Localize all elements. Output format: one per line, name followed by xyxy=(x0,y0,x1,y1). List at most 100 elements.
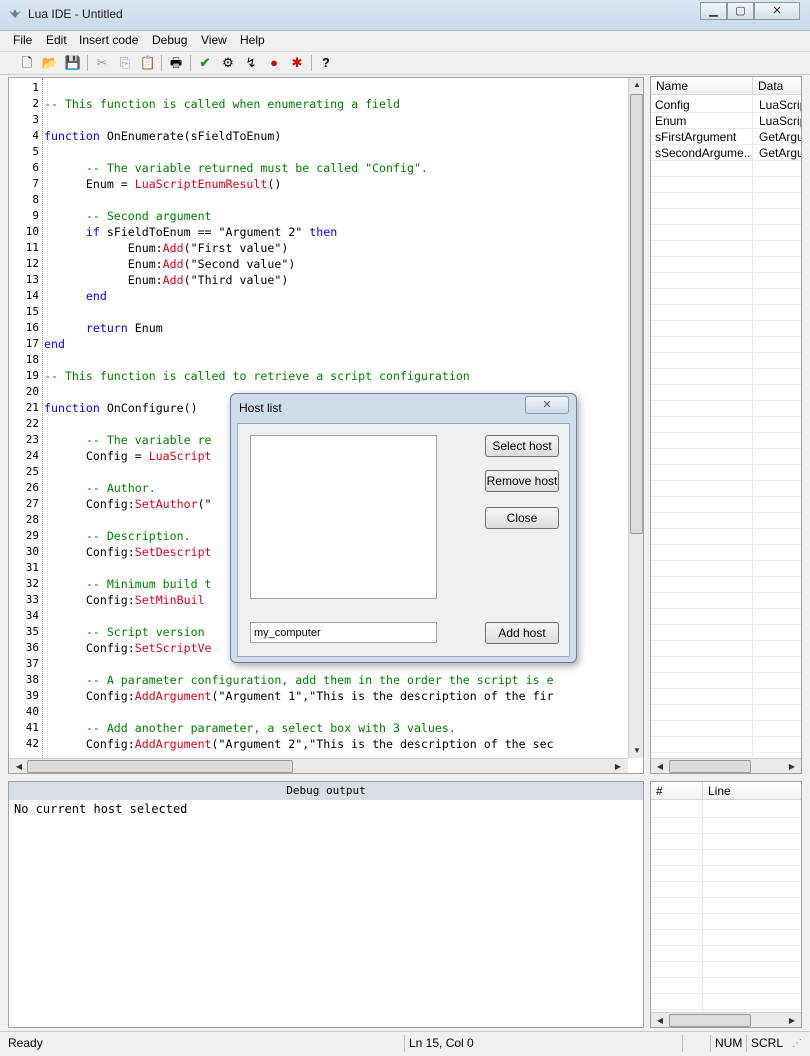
variable-data[interactable]: LuaScrip xyxy=(759,113,801,129)
editor-horizontal-scrollbar[interactable]: ◀ ▶ xyxy=(9,758,628,773)
callstack-horizontal-scrollbar[interactable]: ◀ ▶ xyxy=(651,1012,801,1027)
variable-name[interactable]: Enum xyxy=(655,113,751,129)
toolbar-separator xyxy=(161,55,162,71)
editor-vertical-scrollbar[interactable]: ▲ ▼ xyxy=(628,78,643,758)
step-icon[interactable]: ↯ xyxy=(242,54,260,72)
code-token: ("Second value") xyxy=(183,257,296,271)
code-token: -- Add another parameter, a select box w… xyxy=(85,721,456,735)
add-host-button[interactable]: Add host xyxy=(485,622,559,644)
close-dialog-button[interactable]: Close xyxy=(485,507,559,529)
check-syntax-icon[interactable]: ✔ xyxy=(196,54,214,72)
host-listbox[interactable] xyxy=(250,435,437,599)
maximize-button[interactable]: ▢ xyxy=(727,2,754,20)
code-token: Config: xyxy=(44,689,135,703)
code-line: function OnConfigure() xyxy=(44,400,198,416)
variables-horizontal-scrollbar[interactable]: ◀ ▶ xyxy=(651,758,801,773)
scroll-up-icon[interactable]: ▲ xyxy=(629,80,643,89)
code-token: () xyxy=(267,177,282,191)
status-num: NUM xyxy=(710,1035,746,1052)
scroll-left-icon[interactable]: ◀ xyxy=(11,762,27,771)
column-header-data[interactable]: Data xyxy=(753,77,801,95)
code-line: -- The variable re xyxy=(44,432,212,448)
window-title: Lua IDE - Untitled xyxy=(28,7,123,21)
scroll-right-icon[interactable]: ▶ xyxy=(610,762,626,771)
scroll-right-icon[interactable]: ▶ xyxy=(784,1016,800,1025)
code-token: -- This function is called when enumerat… xyxy=(44,97,400,111)
code-token: LuaScript xyxy=(148,449,212,463)
breakpoint-icon[interactable]: ● xyxy=(265,54,283,72)
scroll-right-icon[interactable]: ▶ xyxy=(784,762,800,771)
code-token: then xyxy=(309,225,338,239)
select-host-button[interactable]: Select host xyxy=(485,435,559,457)
save-icon[interactable]: 💾 xyxy=(64,54,82,72)
menu-insert-code[interactable]: Insert code xyxy=(79,33,138,47)
resize-grip-icon[interactable]: ⋰ xyxy=(792,1038,802,1049)
toolbar-separator xyxy=(190,55,191,71)
cut-icon[interactable]: ✂ xyxy=(93,54,111,72)
code-token: Enum: xyxy=(44,241,163,255)
status-ready: Ready xyxy=(8,1036,43,1050)
menu-edit[interactable]: Edit xyxy=(46,33,67,47)
code-token: SetDescript xyxy=(134,545,212,559)
scroll-thumb[interactable] xyxy=(630,94,643,534)
column-header-line[interactable]: Line xyxy=(703,782,801,800)
host-list-dialog: Host list ✕ Select host Remove host Clos… xyxy=(230,393,577,663)
h-scroll-thumb[interactable] xyxy=(669,1014,751,1027)
code-token: Config: xyxy=(44,545,135,559)
code-line: Config:SetAuthor(" xyxy=(44,496,212,512)
code-line: Config:AddArgument("Argument 2","This is… xyxy=(44,736,554,752)
new-file-icon[interactable]: 🗋 xyxy=(18,54,36,72)
scroll-left-icon[interactable]: ◀ xyxy=(652,762,668,771)
dialog-title: Host list xyxy=(239,401,282,415)
open-folder-icon[interactable]: 📂 xyxy=(41,54,59,72)
debug-icon[interactable]: ✱ xyxy=(288,54,306,72)
variable-data[interactable]: GetArgu xyxy=(759,145,801,161)
variables-panel: Name Data Config LuaScrip Enum LuaScrip sFir… xyxy=(650,76,802,774)
code-line: return Enum xyxy=(44,320,163,336)
h-scroll-thumb[interactable] xyxy=(669,760,751,773)
minimize-button[interactable]: ▁ xyxy=(700,2,727,20)
code-line: Enum:Add("First value") xyxy=(44,240,289,256)
variable-data[interactable]: GetArgu xyxy=(759,129,801,145)
variable-name[interactable]: sFirstArgument xyxy=(655,129,751,145)
paste-icon[interactable]: 📋 xyxy=(139,54,157,72)
code-token: -- The variable returned must be called … xyxy=(85,161,428,175)
code-token: OnConfigure() xyxy=(106,401,198,415)
variable-name[interactable]: sSecondArgume... xyxy=(655,145,751,161)
code-line: -- Script version xyxy=(44,624,205,640)
close-button[interactable]: ✕ xyxy=(754,2,800,20)
scroll-down-icon[interactable]: ▼ xyxy=(629,746,643,755)
menu-file[interactable]: File xyxy=(13,33,32,47)
print-icon[interactable]: 🖶 xyxy=(167,54,185,72)
toolbar-separator xyxy=(87,55,88,71)
copy-icon[interactable]: ⎘ xyxy=(116,54,134,72)
column-divider xyxy=(702,800,703,1012)
menu-help[interactable]: Help xyxy=(240,33,265,47)
debug-output-panel: Debug output No current host selected xyxy=(8,781,644,1028)
code-token: -- Script version xyxy=(85,625,205,639)
variable-name[interactable]: Config xyxy=(655,97,751,113)
menu-view[interactable]: View xyxy=(201,33,227,47)
status-bar: Ready Ln 15, Col 0 NUM SCRL ⋰ xyxy=(0,1031,810,1056)
dialog-close-icon[interactable]: ✕ xyxy=(525,396,569,414)
column-header-name[interactable]: Name xyxy=(651,77,753,95)
app-icon xyxy=(9,9,21,18)
variable-data[interactable]: LuaScrip xyxy=(759,97,801,113)
host-name-input[interactable] xyxy=(250,622,437,643)
code-token: -- Description. xyxy=(85,529,191,543)
code-token: -- This function is called to retrieve a… xyxy=(44,369,470,383)
menu-debug[interactable]: Debug xyxy=(152,33,187,47)
remove-host-button[interactable]: Remove host xyxy=(485,470,559,492)
help-icon[interactable]: ? xyxy=(317,54,335,72)
column-header-number[interactable]: # xyxy=(651,782,703,800)
code-line: Config:SetMinBuil xyxy=(44,592,205,608)
h-scroll-thumb[interactable] xyxy=(27,760,293,773)
run-icon[interactable]: ⚙ xyxy=(219,54,237,72)
scroll-left-icon[interactable]: ◀ xyxy=(652,1016,668,1025)
